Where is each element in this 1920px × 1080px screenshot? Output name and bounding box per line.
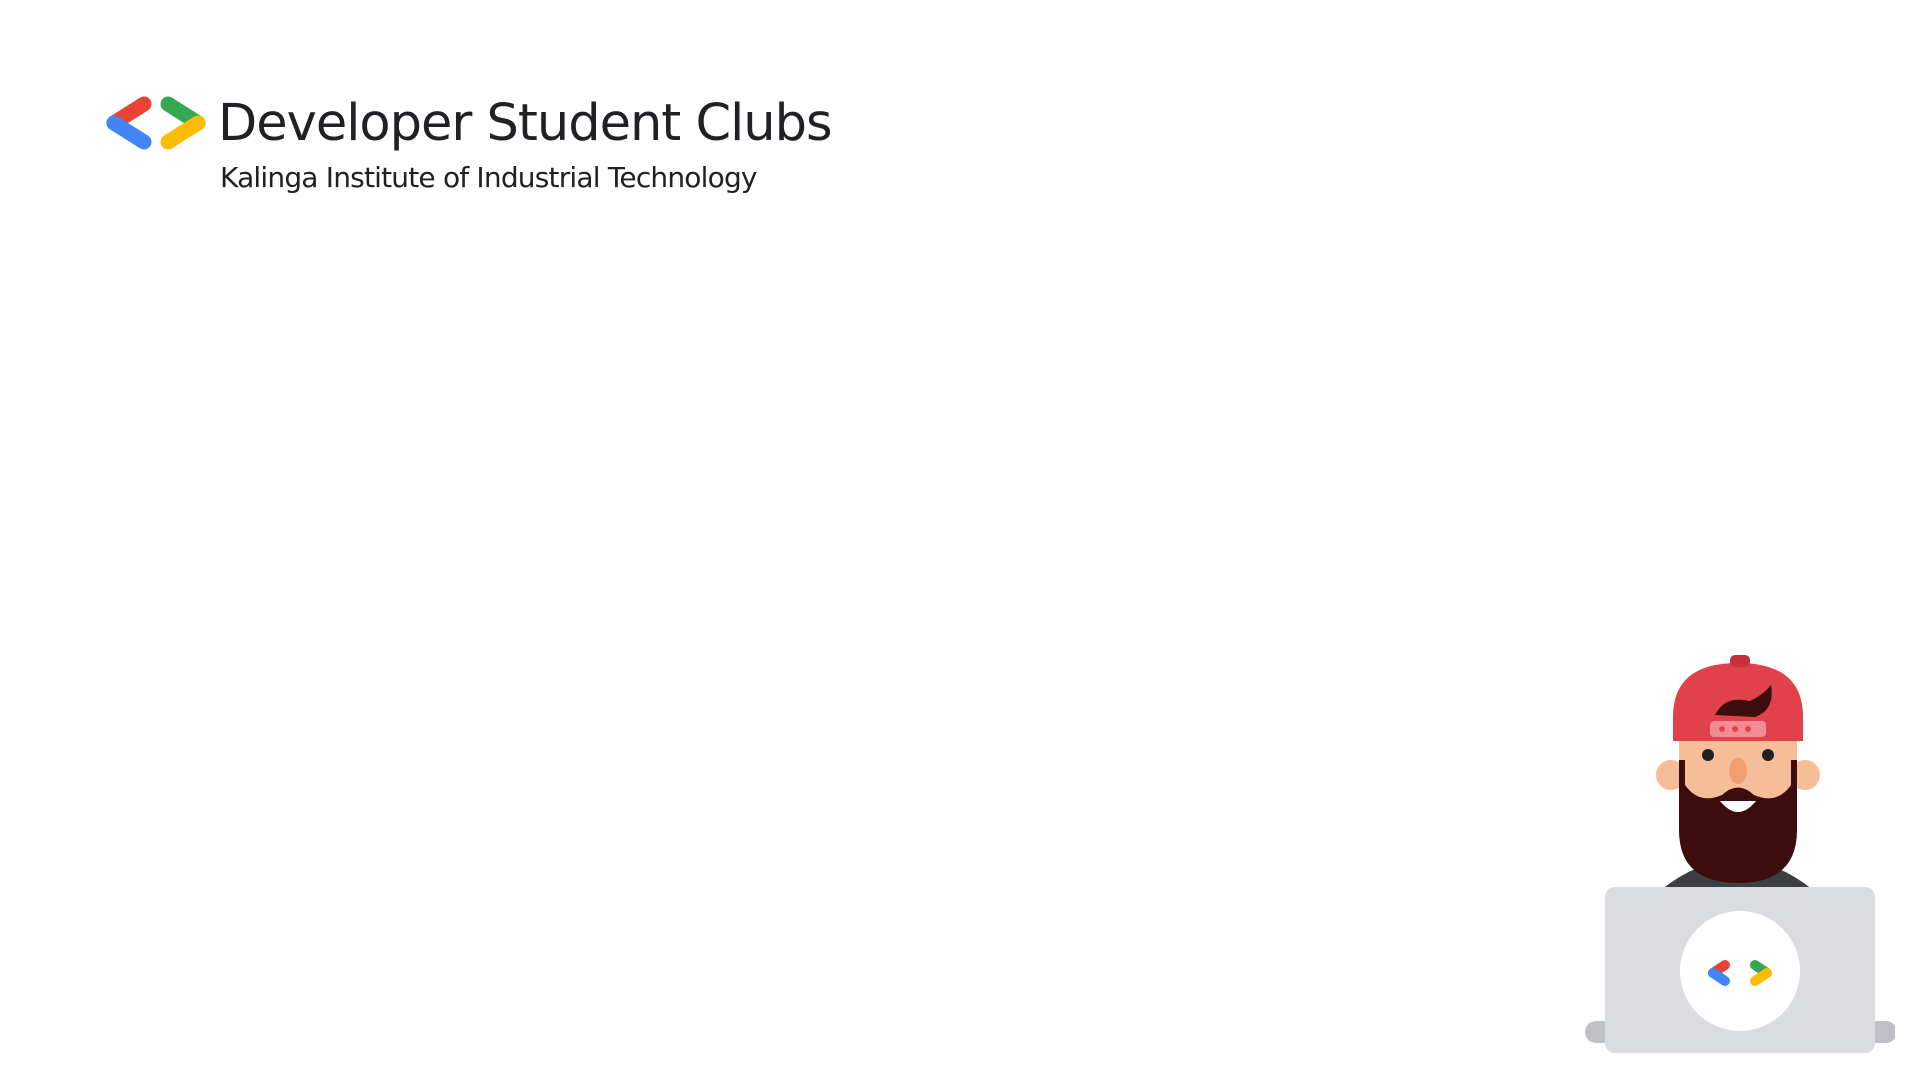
- brand-header: Developer Student Clubs Kalinga Institut…: [102, 88, 862, 208]
- developer-mascot-icon: [1585, 655, 1895, 1053]
- brand-title: Developer Student Clubs: [218, 94, 833, 153]
- slide: Developer Student Clubs Kalinga Institut…: [0, 0, 1920, 1080]
- dsc-logo-icon: [106, 96, 206, 150]
- brand-subtitle: Kalinga Institute of Industrial Technolo…: [220, 161, 758, 194]
